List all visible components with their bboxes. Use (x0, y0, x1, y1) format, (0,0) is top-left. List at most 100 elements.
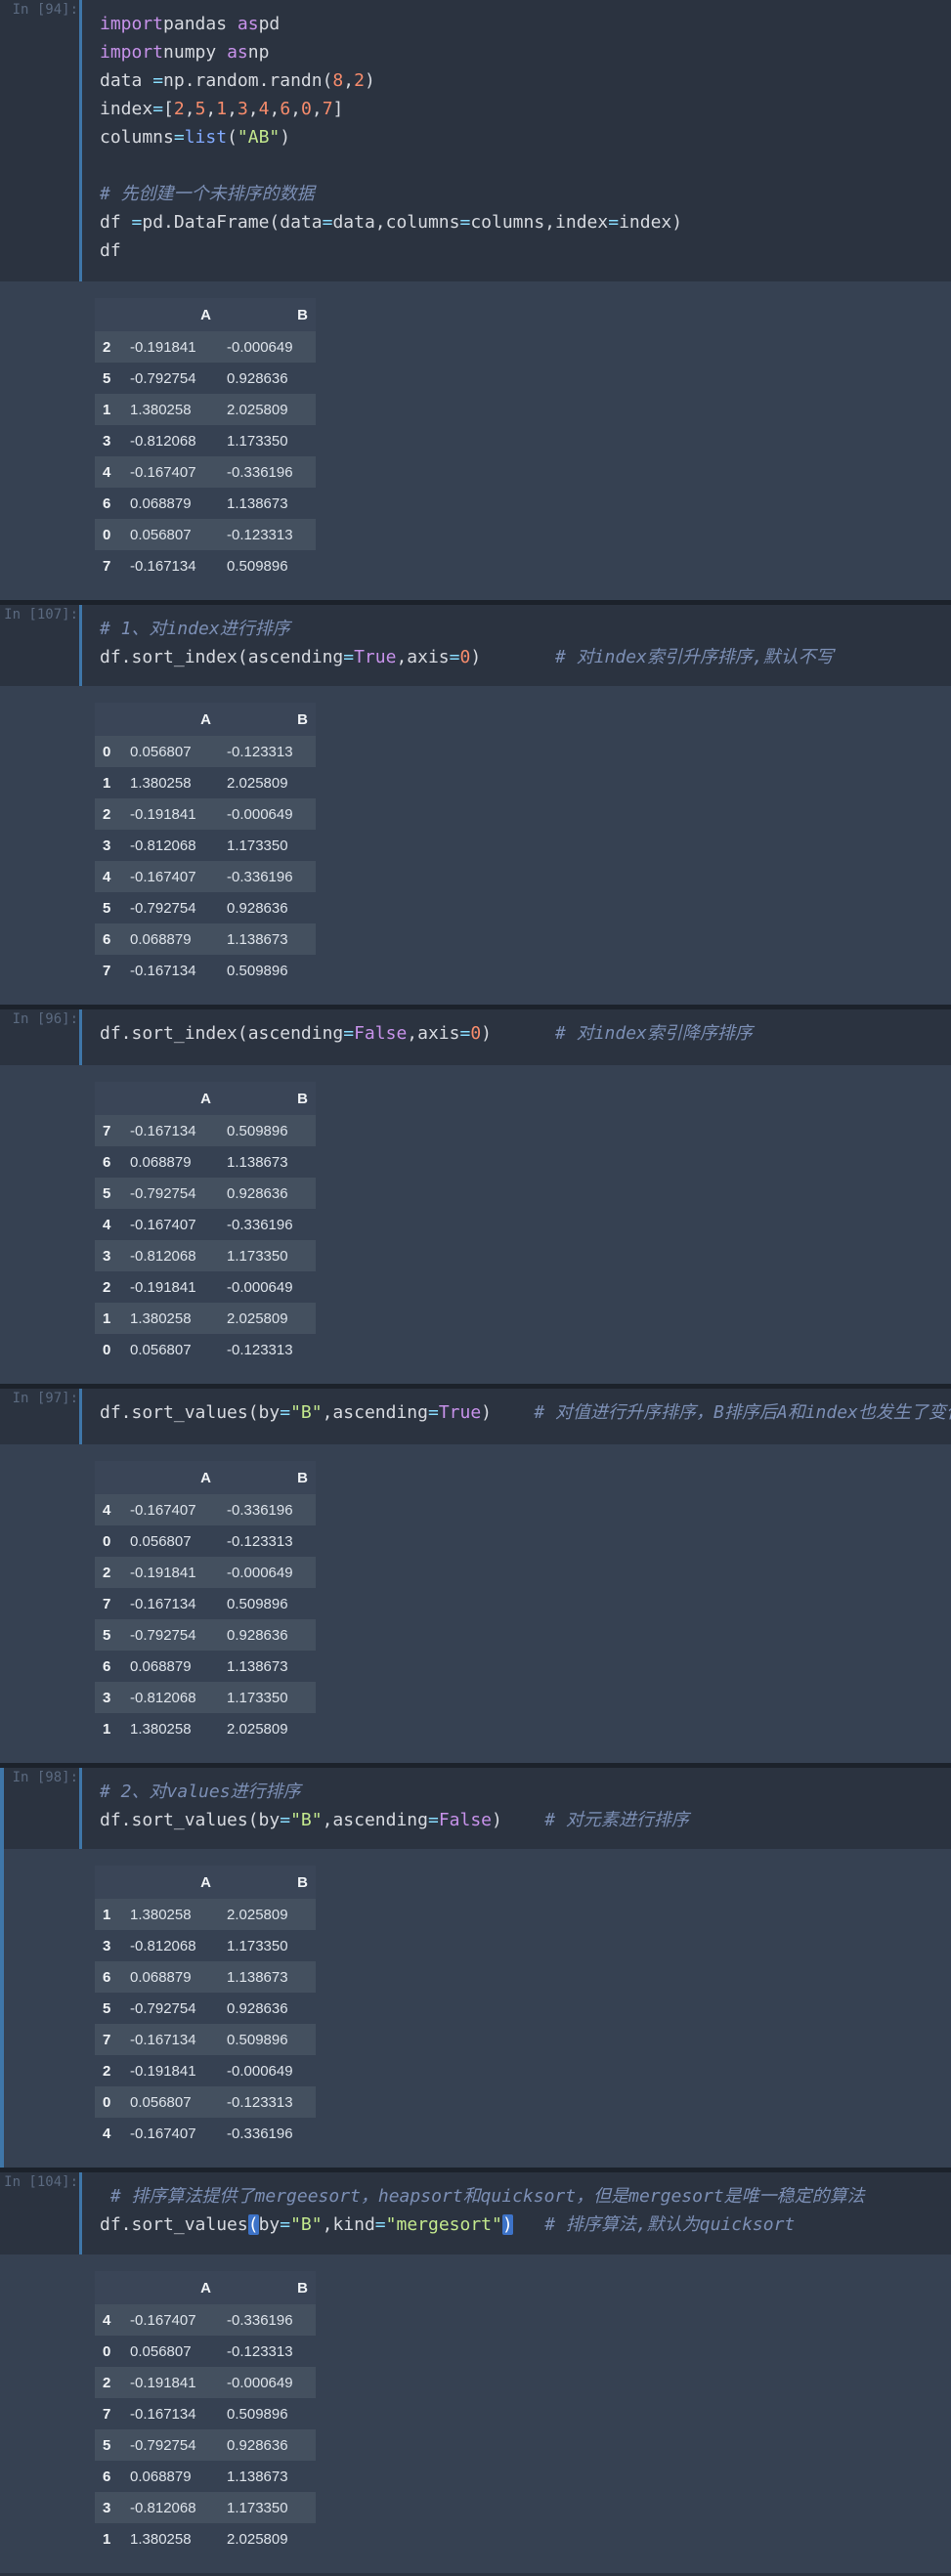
code-line: importnumpy asnp (100, 39, 269, 66)
code-token: df.sort_index(ascending (100, 1023, 344, 1044)
code-editor[interactable]: # 2、对values进行排序 df.sort_values(by="B",asc… (79, 1768, 951, 1849)
index-header (95, 1082, 122, 1115)
code-token: pandas (163, 14, 238, 34)
table-cell: 1.173350 (227, 1247, 288, 1265)
row-index: 0 (103, 1341, 111, 1358)
code-token: = (343, 1023, 355, 1044)
table-row: 3 -0.812068 1.173350 (95, 1240, 316, 1271)
table-cell: 2.025809 (227, 1309, 288, 1327)
row-index: 7 (103, 2405, 111, 2423)
table-cell: -0.167134 (130, 2031, 196, 2048)
row-index: 5 (103, 1999, 111, 2017)
column-header: A (122, 1082, 219, 1115)
matched-bracket: ) (501, 2214, 513, 2235)
table-header-row: AB (95, 1866, 316, 1899)
table-cell: -0.792754 (130, 2436, 196, 2454)
code-token: 4 (258, 99, 270, 119)
code-token: = (173, 127, 185, 148)
code-token: True (354, 647, 397, 667)
code-token: ) (481, 1402, 535, 1423)
code-editor[interactable]: # 1、对index进行排序 df.sort_index(ascending=Tr… (79, 605, 951, 686)
row-index: 0 (103, 1532, 111, 1550)
table-cell: 0.509896 (227, 962, 288, 979)
code-editor[interactable]: df.sort_values(by="B",ascending=True) # … (79, 1389, 951, 1444)
table-row: 4 -0.167407 -0.336196 (95, 2304, 316, 2336)
table-row: 4 -0.167407 -0.336196 (95, 861, 316, 892)
code-token: df.sort_values(by (100, 1402, 281, 1423)
input-cell[interactable]: In [104]: # 排序算法提供了mergeesort，heapsort和q… (0, 2172, 951, 2254)
input-cell[interactable]: In [98]: # 2、对values进行排序 df.sort_values(by… (0, 1768, 951, 1849)
table-cell: -0.792754 (130, 1999, 196, 2017)
code-token: 6 (280, 99, 291, 119)
code-token: ,ascending (322, 1810, 428, 1830)
input-prompt: In [98]: (12, 1770, 78, 1785)
dataframe-table: A B 4 -0.167407 -0.336196 0 0.056807 -0.123313 2… (95, 1461, 316, 1744)
code-line: index=[2,5,1,3,4,6,0,7] (100, 96, 343, 123)
row-index: 5 (103, 899, 111, 917)
row-index: 6 (103, 2468, 111, 2485)
row-index: 1 (103, 774, 111, 792)
code-token: df.sort_values(by (100, 1810, 281, 1830)
table-row: 1 1.380258 2.025809 (95, 767, 316, 798)
table-cell: -0.167407 (130, 868, 196, 885)
dataframe-table: A B 0 0.056807 -0.123313 1 1.380258 2.025809 2 -0… (95, 703, 316, 986)
code-token: ) (364, 70, 375, 91)
dataframe-table: A B 1 1.380258 2.025809 3 -0.812068 1.173350 6 0.… (95, 1866, 316, 2149)
table-cell: -0.167134 (130, 962, 196, 979)
table-cell: 0.928636 (227, 1184, 288, 1202)
table-row: 0 0.056807 -0.123313 (95, 1334, 316, 1365)
input-cell[interactable]: In [96]: df.sort_index(ascending=False,ax… (0, 1009, 951, 1065)
code-editor[interactable]: importpandas aspd importnumpy asnp data =n… (79, 0, 951, 281)
dataframe-table: A B 2 -0.191841 -0.000649 5 -0.792754 0.928636 1… (95, 298, 316, 581)
row-index: 0 (103, 2342, 111, 2360)
table-row: 2 -0.191841 -0.000649 (95, 2055, 316, 2086)
table-row: 5 -0.792754 0.928636 (95, 1993, 316, 2024)
code-token: np (247, 42, 270, 63)
row-index: 4 (103, 868, 111, 885)
column-header: B (219, 1461, 316, 1494)
row-index: 2 (103, 2062, 111, 2080)
table-cell: -0.812068 (130, 2499, 196, 2516)
table-row: 4 -0.167407 -0.336196 (95, 2118, 316, 2149)
row-index: 2 (103, 1278, 111, 1296)
index-header (95, 1461, 122, 1494)
code-line: # 2、对values进行排序 (100, 1779, 301, 1806)
output-area: A B 0 0.056807 -0.123313 1 1.380258 2.025809 2 -0… (0, 686, 951, 1005)
code-token: 1 (216, 99, 228, 119)
code-token: index (100, 99, 153, 119)
table-row: 6 0.068879 1.138673 (95, 1146, 316, 1178)
code-token: = (459, 212, 471, 233)
code-token: = (374, 2214, 386, 2235)
table-cell: -0.792754 (130, 899, 196, 917)
input-cell[interactable]: In [97]: df.sort_values(by="B",ascending=… (0, 1389, 951, 1444)
table-cell: 0.509896 (227, 2031, 288, 2048)
code-token: 2 (173, 99, 185, 119)
table-cell: 2.025809 (227, 401, 288, 418)
table-row: 0 0.056807 -0.123313 (95, 736, 316, 767)
code-token: df.sort_index(ascending (100, 647, 344, 667)
code-token: ) (481, 1023, 556, 1044)
row-index: 3 (103, 1247, 111, 1265)
code-comment: # 对index索引降序排序 (555, 1023, 753, 1044)
table-cell: -0.000649 (227, 1278, 293, 1296)
code-editor[interactable]: df.sort_index(ascending=False,axis=0) # … (79, 1009, 951, 1065)
code-editor[interactable]: # 排序算法提供了mergeesort，heapsort和quicksort，但… (79, 2172, 951, 2254)
table-cell: -0.812068 (130, 1247, 196, 1265)
table-header-row: AB (95, 703, 316, 736)
code-comment: # 对值进行升序排序，B排序后A和index也发生了变化 (534, 1402, 951, 1423)
input-cell[interactable]: In [107]: # 1、对index进行排序 df.sort_index(asc… (0, 605, 951, 686)
table-cell: -0.000649 (227, 805, 293, 823)
code-token: as (227, 42, 248, 63)
table-row: 7 -0.167134 0.509896 (95, 2398, 316, 2429)
table-cell: 0.068879 (130, 930, 192, 948)
code-line: df.sort_values(by="B",kind="mergesort") … (100, 2211, 795, 2239)
index-header (95, 298, 122, 331)
input-cell[interactable]: In [94]: importpandas aspd importnumpy asn… (0, 0, 951, 281)
table-cell: 1.138673 (227, 1153, 288, 1171)
table-cell: -0.191841 (130, 338, 196, 356)
table-cell: -0.812068 (130, 837, 196, 854)
table-row: 6 0.068879 1.138673 (95, 1961, 316, 1993)
row-index: 1 (103, 1720, 111, 1738)
column-header: A (122, 1461, 219, 1494)
table-row: 5 -0.792754 0.928636 (95, 2429, 316, 2461)
